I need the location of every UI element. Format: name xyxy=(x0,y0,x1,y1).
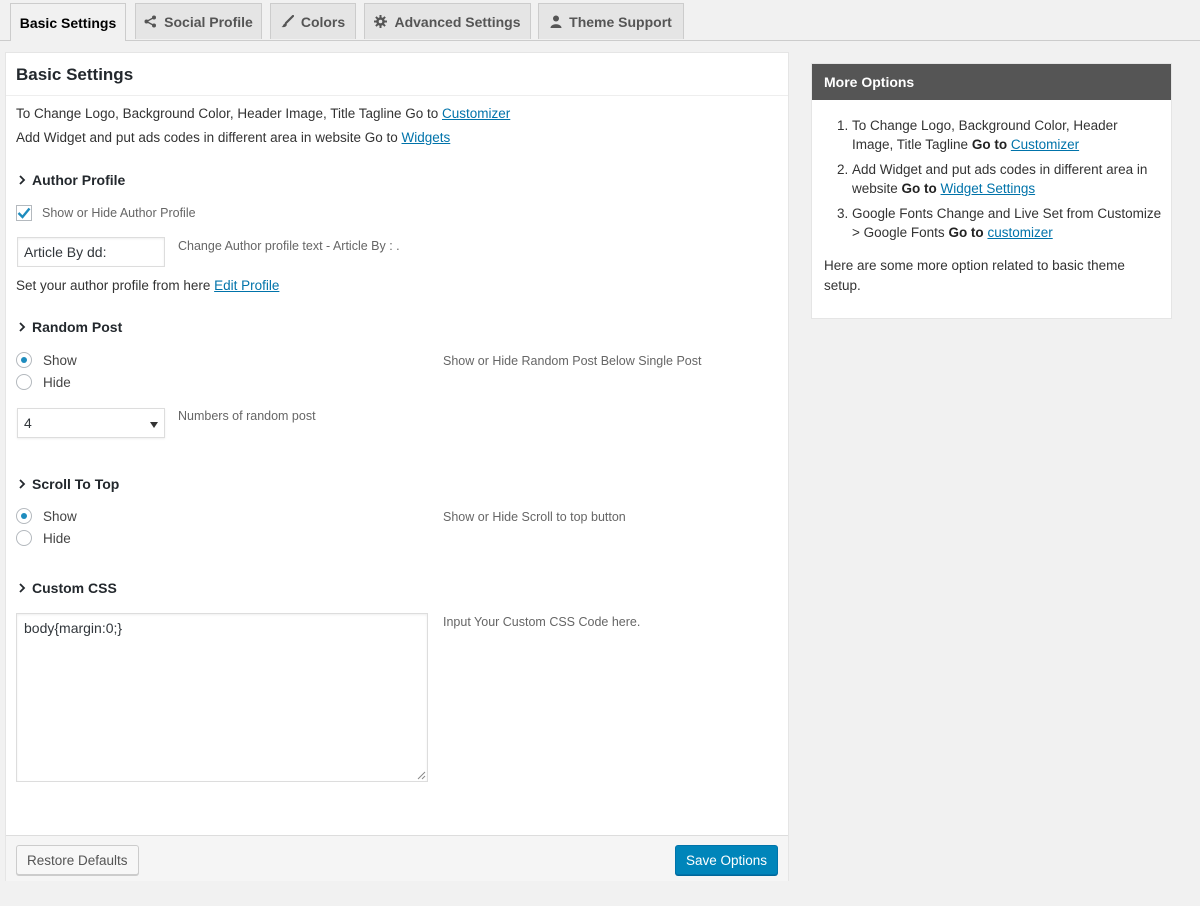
select-value: 4 xyxy=(24,415,32,431)
restore-defaults-button[interactable]: Restore Defaults xyxy=(16,845,139,875)
tab-basic-settings[interactable]: Basic Settings xyxy=(10,3,126,41)
intro-line-widgets: Add Widget and put ads codes in differen… xyxy=(16,130,450,145)
author-profile-heading[interactable]: Author Profile xyxy=(18,172,125,188)
widget-settings-link[interactable]: Widget Settings xyxy=(941,181,1036,196)
intro-text: Add Widget and put ads codes in differen… xyxy=(16,130,402,145)
resize-grip-icon[interactable] xyxy=(417,768,426,783)
settings-tabs: Basic Settings Social Profile Colors Adv… xyxy=(0,0,1200,41)
radio-label: Hide xyxy=(43,374,71,390)
intro-line-customizer: To Change Logo, Background Color, Header… xyxy=(16,106,510,121)
custom-css-description: Input Your Custom CSS Code here. xyxy=(443,615,641,629)
item-bold: Go to xyxy=(948,225,984,240)
radio-label: Show xyxy=(43,508,77,524)
section-title: Author Profile xyxy=(32,172,126,188)
chevron-right-icon xyxy=(18,172,26,188)
random-post-count-select[interactable]: 4 xyxy=(17,408,165,438)
list-item: To Change Logo, Background Color, Header… xyxy=(852,116,1162,154)
more-options-title: More Options xyxy=(812,64,1171,100)
edit-profile-link[interactable]: Edit Profile xyxy=(214,278,279,293)
scroll-to-top-heading[interactable]: Scroll To Top xyxy=(18,476,119,492)
radio-selected-dot xyxy=(21,357,27,363)
custom-css-heading[interactable]: Custom CSS xyxy=(18,580,117,596)
share-icon xyxy=(144,15,157,28)
widgets-link[interactable]: Widgets xyxy=(402,130,451,145)
panel-footer: Restore Defaults Save Options xyxy=(6,835,788,881)
caret-down-icon xyxy=(150,415,158,431)
user-icon xyxy=(550,15,562,28)
random-post-hide-option: Hide xyxy=(16,374,71,390)
panel-title: Basic Settings xyxy=(16,65,134,84)
save-options-button[interactable]: Save Options xyxy=(674,845,778,875)
random-post-description: Show or Hide Random Post Below Single Po… xyxy=(443,354,702,368)
brush-icon xyxy=(281,15,294,28)
tab-label: Colors xyxy=(300,13,346,30)
random-post-count-description: Numbers of random post xyxy=(178,409,316,423)
item-bold: Go to xyxy=(901,181,937,196)
chevron-right-icon xyxy=(18,580,26,596)
tab-label: Basic Settings xyxy=(19,14,117,31)
gear-icon xyxy=(374,15,388,28)
tab-label: Theme Support xyxy=(569,13,672,30)
tab-colors[interactable]: Colors xyxy=(270,3,356,39)
author-profile-toggle: Show or Hide Author Profile xyxy=(16,205,196,221)
author-profile-checkbox[interactable] xyxy=(16,205,32,221)
edit-profile-line: Set your author profile from here Edit P… xyxy=(16,278,279,293)
random-post-show-radio[interactable] xyxy=(16,352,32,368)
scroll-top-hide-radio[interactable] xyxy=(16,530,32,546)
customizer-link[interactable]: Customizer xyxy=(1011,137,1079,152)
edit-profile-text: Set your author profile from here xyxy=(16,278,215,293)
chevron-right-icon xyxy=(18,319,26,335)
more-options-list: To Change Logo, Background Color, Header… xyxy=(852,116,1162,248)
tab-theme-support[interactable]: Theme Support xyxy=(538,3,684,39)
author-text-input[interactable] xyxy=(17,237,165,267)
panel-header: Basic Settings xyxy=(6,53,788,96)
random-post-show-option: Show xyxy=(16,352,77,368)
custom-css-textarea[interactable]: body{margin:0;} xyxy=(16,613,428,782)
author-input-description: Change Author profile text - Article By … xyxy=(178,239,400,253)
item-bold: Go to xyxy=(971,137,1008,152)
scroll-top-hide-option: Hide xyxy=(16,530,71,546)
basic-settings-panel: Basic Settings To Change Logo, Backgroun… xyxy=(5,52,789,881)
section-title: Random Post xyxy=(32,319,123,335)
radio-selected-dot xyxy=(21,513,27,519)
google-fonts-customizer-link[interactable]: customizer xyxy=(987,225,1052,240)
tab-label: Social Profile xyxy=(164,13,253,30)
scroll-top-show-radio[interactable] xyxy=(16,508,32,524)
checkbox-label: Show or Hide Author Profile xyxy=(42,206,196,220)
customizer-link[interactable]: Customizer xyxy=(442,106,510,121)
radio-label: Hide xyxy=(43,530,71,546)
scroll-top-description: Show or Hide Scroll to top button xyxy=(443,510,626,524)
intro-text: To Change Logo, Background Color, Header… xyxy=(16,106,443,121)
custom-css-field-wrap: body{margin:0;} xyxy=(16,613,428,785)
scroll-top-show-option: Show xyxy=(16,508,77,524)
random-post-hide-radio[interactable] xyxy=(16,374,32,390)
checkmark-icon xyxy=(17,207,31,219)
section-title: Scroll To Top xyxy=(32,476,120,492)
radio-label: Show xyxy=(43,352,77,368)
random-post-heading[interactable]: Random Post xyxy=(18,319,122,335)
list-item: Google Fonts Change and Live Set from Cu… xyxy=(852,204,1162,242)
more-options-note: Here are some more option related to bas… xyxy=(824,258,1125,293)
chevron-right-icon xyxy=(18,476,26,492)
tab-advanced-settings[interactable]: Advanced Settings xyxy=(364,3,531,39)
section-title: Custom CSS xyxy=(32,580,117,596)
tab-social-profile[interactable]: Social Profile xyxy=(135,3,262,39)
list-item: Add Widget and put ads codes in differen… xyxy=(852,160,1162,198)
more-options-box: More Options To Change Logo, Background … xyxy=(811,63,1172,319)
tab-label: Advanced Settings xyxy=(394,13,521,30)
